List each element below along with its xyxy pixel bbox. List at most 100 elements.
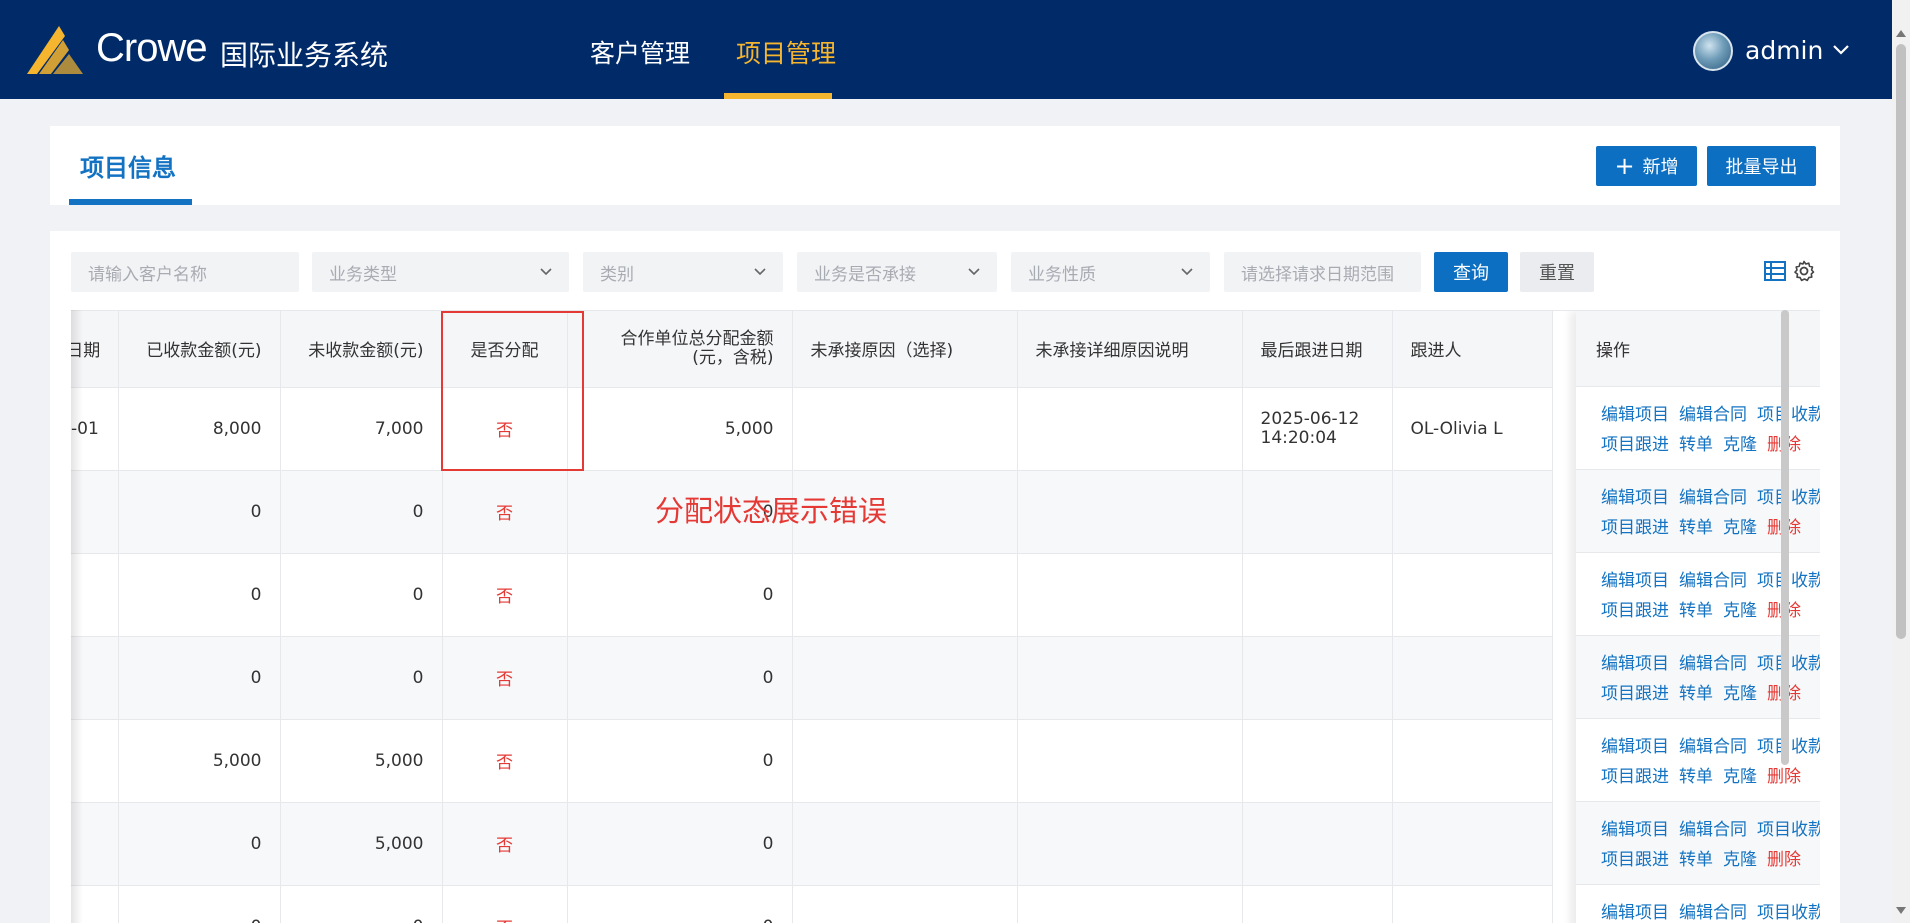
col-header-date[interactable]: 日期 xyxy=(71,311,119,388)
error-highlight-box xyxy=(441,311,584,471)
edit-project-link[interactable]: 编辑项目 xyxy=(1601,483,1669,513)
table-row[interactable]: 0 5,000 否 0 xyxy=(71,802,1553,886)
project-followup-link[interactable]: 项目跟进 xyxy=(1601,513,1669,543)
col-header-reason-detail[interactable]: 未承接详细原因说明 xyxy=(1017,311,1243,388)
business-nature-select[interactable]: 业务性质 xyxy=(1011,252,1210,292)
cell-received: 0 xyxy=(118,470,281,554)
table-row[interactable]: 00否0 xyxy=(71,553,1553,637)
gear-icon[interactable] xyxy=(1792,259,1816,283)
transfer-link[interactable]: 转单 xyxy=(1679,679,1713,709)
add-button[interactable]: + 新增 xyxy=(1596,146,1697,186)
cell-last-followup: 2025-06-12 14:20:04 xyxy=(1242,387,1393,471)
edit-project-link[interactable]: 编辑项目 xyxy=(1601,400,1669,430)
cell-follower xyxy=(1392,636,1553,720)
cell-partner-total: 0 xyxy=(567,719,793,803)
system-name: 国际业务系统 xyxy=(220,39,389,72)
business-type-select[interactable]: 业务类型 xyxy=(312,252,569,292)
project-payment-link[interactable]: 项目收款 xyxy=(1757,898,1820,923)
cell-allocated: 否 xyxy=(442,636,568,720)
accepted-select[interactable]: 业务是否承接 xyxy=(797,252,997,292)
project-followup-link[interactable]: 项目跟进 xyxy=(1601,596,1669,626)
chevron-down-icon xyxy=(1181,268,1193,276)
cell-unreceived: 7,000 xyxy=(280,387,443,471)
window-scrollbar[interactable] xyxy=(1892,0,1910,923)
project-followup-link[interactable]: 项目跟进 xyxy=(1601,430,1669,460)
edit-contract-link[interactable]: 编辑合同 xyxy=(1679,483,1747,513)
actions-row: 编辑项目编辑合同项目收款项目跟进转单克隆删除 xyxy=(1576,802,1820,885)
transfer-link[interactable]: 转单 xyxy=(1679,513,1713,543)
transfer-link[interactable]: 转单 xyxy=(1679,430,1713,460)
edit-project-link[interactable]: 编辑项目 xyxy=(1601,815,1669,845)
delete-link[interactable]: 删除 xyxy=(1767,845,1801,875)
transfer-link[interactable]: 转单 xyxy=(1679,845,1713,875)
edit-contract-link[interactable]: 编辑合同 xyxy=(1679,815,1747,845)
edit-project-link[interactable]: 编辑项目 xyxy=(1601,649,1669,679)
edit-contract-link[interactable]: 编辑合同 xyxy=(1679,898,1747,923)
cell-unreceived: 0 xyxy=(280,470,443,554)
clone-link[interactable]: 克隆 xyxy=(1723,596,1757,626)
cell-follower xyxy=(1392,885,1553,923)
col-header-last-followup[interactable]: 最后跟进日期 xyxy=(1242,311,1393,388)
table-vertical-scrollbar[interactable] xyxy=(1781,310,1789,765)
col-header-follower[interactable]: 跟进人 xyxy=(1392,311,1553,388)
user-name[interactable]: admin xyxy=(1745,36,1823,65)
project-followup-link[interactable]: 项目跟进 xyxy=(1601,762,1669,792)
page-title: 项目信息 xyxy=(80,154,176,182)
col-header-partner-total[interactable]: 合作单位总分配金额 (元，含税) xyxy=(567,311,793,388)
cell-last-followup xyxy=(1242,636,1393,720)
cell-last-followup xyxy=(1242,470,1393,554)
edit-contract-link[interactable]: 编辑合同 xyxy=(1679,400,1747,430)
chevron-down-icon xyxy=(754,268,766,276)
nav-customer-management[interactable]: 客户管理 xyxy=(590,34,690,70)
cell-reason-detail xyxy=(1017,387,1243,471)
col-header-received[interactable]: 已收款金额(元) xyxy=(118,311,281,388)
transfer-link[interactable]: 转单 xyxy=(1679,762,1713,792)
delete-link[interactable]: 删除 xyxy=(1767,762,1801,792)
table-row[interactable]: 00否0 xyxy=(71,636,1553,720)
cell-last-followup-time: 14:20:04 xyxy=(1260,427,1337,448)
scroll-down-arrow-icon[interactable] xyxy=(1896,907,1906,914)
col-header-unreceived[interactable]: 未收款金额(元) xyxy=(280,311,443,388)
table-row[interactable]: 00否0 xyxy=(71,885,1553,923)
scrollbar-thumb[interactable] xyxy=(1896,44,1906,639)
edit-project-link[interactable]: 编辑项目 xyxy=(1601,732,1669,762)
date-range-picker[interactable]: 请选择请求日期范围 xyxy=(1224,252,1421,292)
cell-reason-select xyxy=(792,636,1018,720)
cell-received: 0 xyxy=(118,802,281,886)
customer-name-input[interactable]: 请输入客户名称 xyxy=(71,252,299,292)
edit-contract-link[interactable]: 编辑合同 xyxy=(1679,649,1747,679)
cell-unreceived: 0 xyxy=(280,636,443,720)
query-button[interactable]: 查询 xyxy=(1434,252,1508,292)
cell-reason-select xyxy=(792,553,1018,637)
category-select[interactable]: 类别 xyxy=(583,252,783,292)
cell-allocated: 否 xyxy=(442,553,568,637)
edit-project-link[interactable]: 编辑项目 xyxy=(1601,566,1669,596)
project-payment-link[interactable]: 项目收款 xyxy=(1757,815,1820,845)
table-row[interactable]: -01 8,000 7,000 否 5,000 2025-06-12 14:20:04 OL-… xyxy=(71,387,1553,471)
project-followup-link[interactable]: 项目跟进 xyxy=(1601,845,1669,875)
column-settings-table-icon[interactable] xyxy=(1763,259,1787,283)
table-row[interactable]: 5,000 5,000 否 0 xyxy=(71,719,1553,803)
project-followup-link[interactable]: 项目跟进 xyxy=(1601,679,1669,709)
clone-link[interactable]: 克隆 xyxy=(1723,845,1757,875)
edit-contract-link[interactable]: 编辑合同 xyxy=(1679,732,1747,762)
scroll-up-arrow-icon[interactable] xyxy=(1896,30,1906,37)
chevron-down-icon xyxy=(968,268,980,276)
reset-button[interactable]: 重置 xyxy=(1520,252,1594,292)
col-header-reason-select[interactable]: 未承接原因（选择) xyxy=(792,311,1018,388)
nav-project-management[interactable]: 项目管理 xyxy=(736,34,836,70)
cell-partner-total: 0 xyxy=(567,885,793,923)
clone-link[interactable]: 克隆 xyxy=(1723,430,1757,460)
clone-link[interactable]: 克隆 xyxy=(1723,513,1757,543)
edit-project-link[interactable]: 编辑项目 xyxy=(1601,898,1669,923)
title-panel: 项目信息 + 新增 批量导出 xyxy=(50,126,1840,205)
batch-export-button[interactable]: 批量导出 xyxy=(1707,146,1816,186)
edit-contract-link[interactable]: 编辑合同 xyxy=(1679,566,1747,596)
cell-reason-select xyxy=(792,719,1018,803)
clone-link[interactable]: 克隆 xyxy=(1723,679,1757,709)
chevron-down-icon[interactable] xyxy=(1830,38,1852,60)
transfer-link[interactable]: 转单 xyxy=(1679,596,1713,626)
clone-link[interactable]: 克隆 xyxy=(1723,762,1757,792)
title-tab-indicator xyxy=(69,199,192,205)
avatar[interactable] xyxy=(1693,31,1733,71)
